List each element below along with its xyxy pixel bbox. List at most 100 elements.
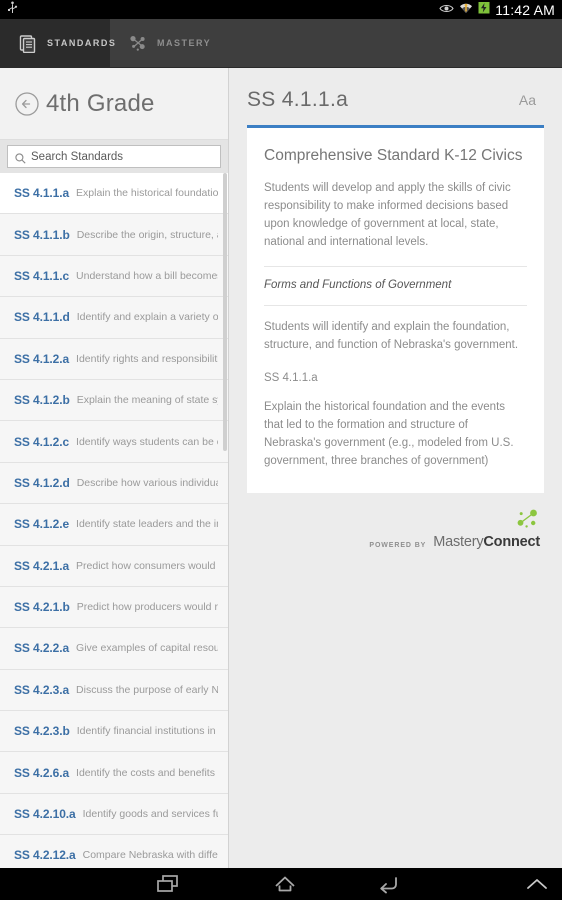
standard-description: Describe the origin, structure, an... [76, 228, 218, 241]
standard-code: SS 4.1.2.c [14, 434, 70, 449]
standard-code: SS 4.2.6.a [14, 765, 70, 780]
list-item[interactable]: SS 4.2.3.b Identify financial institution… [0, 711, 228, 753]
list-item[interactable]: SS 4.1.1.b Describe the origin, structure… [0, 214, 228, 256]
standard-description: Identify rights and responsibilitie... [76, 352, 218, 365]
tab-mastery[interactable]: MASTERY [110, 19, 230, 67]
list-item[interactable]: SS 4.2.2.a Give examples of capital resou… [0, 628, 228, 670]
search-row [0, 140, 228, 173]
standard-card: Comprehensive Standard K-12 Civics Stude… [247, 125, 544, 493]
brand-name-light: Mastery [433, 533, 484, 550]
card-divider-top [264, 265, 527, 267]
standard-code: SS 4.1.1.a [14, 186, 70, 201]
masteryconnect-dots-icon [516, 509, 540, 534]
search-icon [15, 151, 26, 164]
list-item[interactable]: SS 4.1.1.d Identify and explain a variety… [0, 297, 228, 339]
standard-description: Identify financial institutions in t... [76, 725, 218, 738]
home-icon[interactable] [272, 873, 298, 895]
standards-sidebar: 4th Grade SS 4.1.1.a Explain the historic… [0, 68, 229, 868]
list-item[interactable]: SS 4.1.2.c Identify ways students can be … [0, 421, 228, 463]
standard-code: SS 4.1.1.b [14, 227, 70, 242]
status-icons-group: 11:42 AM [439, 1, 562, 19]
standard-description: Compare Nebraska with differe... [82, 849, 218, 862]
standard-code: SS 4.1.2.d [14, 475, 70, 490]
detail-title: SS 4.1.1.a [247, 88, 349, 111]
standard-description: Give examples of capital resourc... [76, 642, 218, 655]
wifi-icon [459, 1, 473, 19]
main-content: 4th Grade SS 4.1.1.a Explain the historic… [0, 68, 562, 868]
standard-code: SS 4.2.12.a [14, 848, 76, 863]
detail-header: SS 4.1.1.a Aa [229, 68, 562, 112]
masteryconnect-branding: POWERED BY MasteryConnect [229, 493, 562, 550]
standard-code: SS 4.1.2.e [14, 517, 70, 532]
standard-description: Identify goods and services fun... [82, 808, 218, 821]
standard-detail-pane: SS 4.1.1.a Aa Comprehensive Standard K-1… [229, 68, 562, 868]
list-item[interactable]: SS 4.2.1.a Predict how consumers would re… [0, 545, 228, 587]
standard-description: Discuss the purpose of early NE... [76, 683, 218, 696]
list-item[interactable]: SS 4.1.1.a Explain the historical foundat… [0, 173, 228, 215]
standard-code: SS 4.2.10.a [14, 807, 76, 822]
standard-description: Identify state leaders and the im... [76, 518, 218, 531]
card-divider-bottom [264, 304, 527, 306]
standard-description: Predict how producers would re... [76, 601, 218, 614]
card-heading: Comprehensive Standard K-12 Civics [264, 147, 523, 164]
card-description: Students will develop and apply the skil… [264, 181, 511, 249]
standard-code: SS 4.1.2.a [14, 351, 70, 366]
standards-list[interactable]: SS 4.1.1.a Explain the historical foundat… [0, 173, 228, 868]
tab-standards-label: STANDARDS [47, 38, 117, 48]
standard-code: SS 4.2.1.a [14, 558, 70, 573]
standard-code-label: SS 4.1.1.a [264, 371, 318, 384]
status-clock: 11:42 AM [495, 1, 555, 18]
standard-description: Identify the costs and benefits of... [76, 766, 218, 779]
standard-description: Describe how various individual... [76, 476, 218, 489]
standard-code: SS 4.2.3.a [14, 682, 70, 697]
standard-code: SS 4.1.1.d [14, 310, 70, 325]
subsection-description: Students will identify and explain the f… [264, 320, 519, 351]
standard-code: SS 4.2.2.a [14, 641, 70, 656]
powered-by-label: POWERED BY [369, 541, 427, 549]
subsection-title: Forms and Functions of Government [264, 278, 452, 291]
list-item[interactable]: SS 4.2.12.a Compare Nebraska with differe… [0, 835, 228, 868]
font-size-button[interactable]: Aa [515, 89, 540, 111]
list-item[interactable]: SS 4.2.1.b Predict how producers would re… [0, 586, 228, 629]
page-title: 4th Grade [46, 89, 155, 117]
list-item[interactable]: SS 4.1.2.a Identify rights and responsibi… [0, 338, 228, 380]
list-item[interactable]: SS 4.1.2.d Describe how various individua… [0, 462, 228, 505]
recent-apps-icon[interactable] [155, 873, 181, 895]
eye-icon [439, 1, 454, 19]
list-item[interactable]: SS 4.2.3.a Discuss the purpose of early N… [0, 669, 228, 712]
sidebar-header: 4th Grade [0, 68, 228, 140]
standard-code: SS 4.2.1.b [14, 600, 70, 615]
tab-bar: STANDARDS MASTERY [0, 19, 562, 68]
list-item[interactable]: SS 4.2.6.a Identify the costs and benefit… [0, 752, 228, 794]
battery-icon [478, 1, 490, 19]
android-navigation-bar [0, 868, 562, 900]
list-scrollbar[interactable] [223, 173, 227, 451]
tab-standards[interactable]: STANDARDS [0, 19, 115, 67]
brand-name-bold: Connect [483, 533, 540, 550]
standard-code: SS 4.2.3.b [14, 724, 70, 739]
standard-description: Predict how consumers would re... [76, 559, 218, 572]
list-item[interactable]: SS 4.2.10.a Identify goods and services f… [0, 793, 228, 836]
standard-description: Explain the historical foundation... [76, 187, 218, 200]
standard-description: Understand how a bill becomes... [76, 269, 218, 282]
standard-code: SS 4.1.1.c [14, 268, 70, 283]
chevron-up-icon[interactable] [524, 875, 550, 893]
back-icon[interactable] [375, 873, 401, 895]
list-item[interactable]: SS 4.1.2.e Identify state leaders and the… [0, 504, 228, 546]
masteryconnect-wordmark: MasteryConnect [433, 534, 540, 550]
search-box[interactable] [7, 145, 221, 168]
standard-code: SS 4.1.2.b [14, 393, 70, 408]
usb-icon [7, 1, 18, 19]
standard-text: Explain the historical foundation and th… [264, 401, 514, 468]
list-item[interactable]: SS 4.1.2.b Explain the meaning of state s… [0, 379, 228, 422]
search-input[interactable] [31, 150, 213, 163]
back-circle-arrow-icon[interactable] [14, 91, 40, 117]
standard-description: Identify ways students can be en... [76, 435, 218, 448]
standard-description: Identify and explain a variety of r... [76, 311, 218, 324]
list-item[interactable]: SS 4.1.1.c Understand how a bill becomes.… [0, 255, 228, 298]
android-status-bar: 11:42 AM [0, 0, 562, 19]
documents-icon [19, 34, 38, 53]
standard-description: Explain the meaning of state sym... [76, 394, 218, 407]
tab-mastery-label: MASTERY [157, 38, 212, 48]
network-nodes-icon [129, 34, 148, 53]
